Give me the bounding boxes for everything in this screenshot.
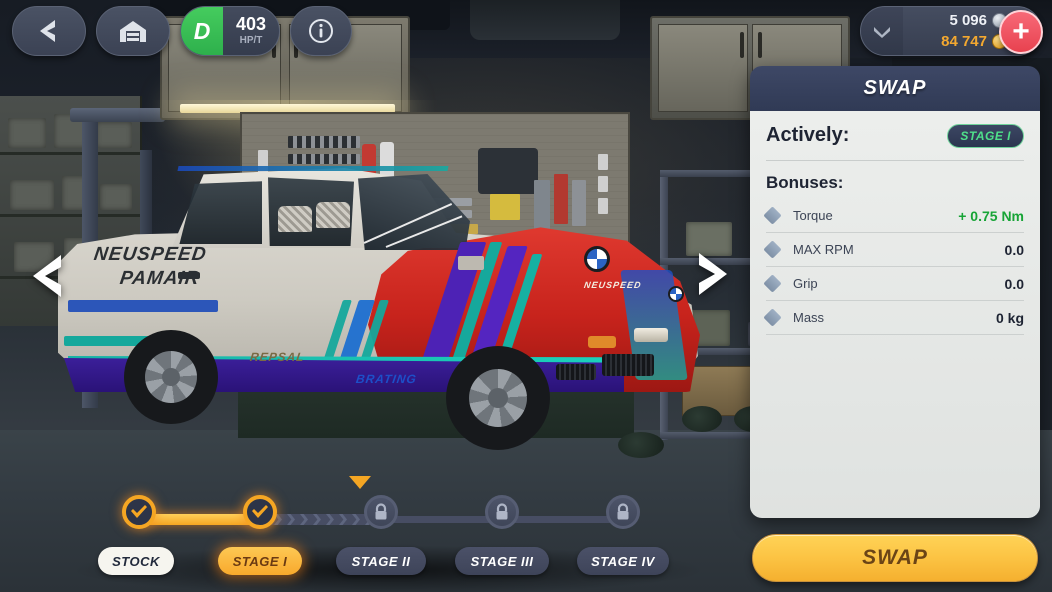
stage-node-stage-iii[interactable] — [485, 495, 519, 529]
panel-header: SWAP — [750, 66, 1040, 111]
diamond-icon — [763, 206, 782, 225]
tuning-stage-track: STOCK STAGE I STAGE II STAGE III STAGE I… — [98, 476, 669, 590]
power-unit: HP/T — [239, 34, 263, 46]
previous-part-button[interactable] — [24, 246, 70, 306]
bonus-row: MAX RPM 0.0 — [763, 233, 1024, 267]
bonus-row: Mass 0 kg — [763, 301, 1024, 335]
silver-currency: 5 096 — [903, 10, 1007, 31]
power-value: 403 — [235, 13, 267, 34]
bonus-value: 0 kg — [995, 309, 1024, 326]
chevron-right-icon — [699, 253, 727, 295]
check-icon — [252, 505, 268, 518]
diamond-icon — [763, 274, 782, 293]
panel-title: SWAP — [863, 77, 927, 99]
car-hood-badge — [668, 286, 684, 302]
actively-label: Actively: — [766, 124, 850, 146]
decal-front-text: NEUSPEED — [583, 280, 643, 290]
power-rating: D 403 HP/T — [180, 6, 280, 56]
stage-node-stock[interactable] — [122, 495, 156, 529]
bonus-row: Torque + 0.75 Nm — [763, 199, 1024, 233]
bonus-name: Grip — [793, 276, 818, 291]
hanging-tires — [470, 0, 620, 40]
swap-panel: SWAP Actively: STAGE I Bonuses: Torque +… — [750, 66, 1040, 518]
car-roundel — [584, 246, 610, 272]
stage-pill-stage-iv[interactable]: STAGE IV — [577, 547, 669, 575]
gold-amount: 84 747 — [941, 33, 987, 50]
progress-line-2 — [390, 516, 495, 523]
chevron-left-icon — [40, 20, 55, 42]
stage-pill-stage-i[interactable]: STAGE I — [218, 547, 302, 575]
swap-button-label: SWAP — [862, 546, 928, 569]
stage-node-stage-ii[interactable] — [364, 495, 398, 529]
chevron-down-icon — [874, 26, 890, 38]
lock-icon — [375, 503, 387, 520]
bonus-name: Mass — [793, 310, 825, 325]
stage-pill-stage-iii[interactable]: STAGE III — [455, 547, 549, 575]
bonus-value: 0.0 — [1004, 241, 1024, 258]
lock-icon — [617, 503, 629, 520]
actively-row: Actively: STAGE I — [766, 111, 1024, 161]
bonuses-label: Bonuses: — [766, 173, 844, 192]
diamond-icon — [763, 240, 782, 259]
actively-stage-badge: STAGE I — [947, 123, 1024, 148]
wallet: 5 096 84 747 + — [860, 6, 1043, 56]
panel-body: Actively: STAGE I Bonuses: Torque + 0.75… — [750, 111, 1040, 518]
progress-line-3 — [510, 516, 615, 523]
stage-node-stage-iv[interactable] — [606, 495, 640, 529]
garage-icon — [120, 21, 146, 42]
front-wheel — [446, 346, 550, 450]
bonus-name: MAX RPM — [793, 242, 854, 257]
bonus-value: 0.0 — [1004, 275, 1024, 292]
stage-node-stage-i[interactable] — [243, 495, 277, 529]
decal-neuspeed: NEUSPEED — [92, 244, 209, 265]
stage-pill-stock[interactable]: STOCK — [98, 547, 174, 575]
bonus-row: Grip 0.0 — [763, 267, 1024, 301]
decal-brating: BRATING — [355, 372, 418, 386]
rear-wheel — [124, 330, 218, 424]
back-button[interactable] — [12, 6, 86, 56]
next-part-button[interactable] — [690, 244, 736, 304]
decal-repsal: REPSAL — [249, 350, 306, 364]
silver-amount: 5 096 — [949, 12, 987, 29]
bonus-value: + 0.75 Nm — [958, 207, 1024, 224]
car-model: NEUSPEED PAMAIR REPSAL BRATING NEUSPEED — [28, 150, 718, 592]
garage-button[interactable] — [96, 6, 170, 56]
diamond-icon — [763, 308, 782, 327]
game-screen: ↷ NEUSPEED PAMAIR REPSAL BRATI — [0, 0, 1052, 592]
lock-icon — [496, 503, 508, 520]
chevron-left-icon — [33, 255, 61, 297]
stage-pill-stage-ii[interactable]: STAGE II — [336, 547, 426, 575]
add-currency-button[interactable]: + — [999, 10, 1043, 54]
info-button[interactable] — [290, 6, 352, 56]
swap-button[interactable]: SWAP — [752, 534, 1038, 582]
info-icon — [309, 19, 333, 43]
check-icon — [131, 505, 147, 518]
gold-currency: 84 747 — [903, 31, 1007, 52]
wallet-dropdown-button[interactable] — [861, 7, 903, 55]
selected-stage-caret — [349, 476, 371, 489]
class-badge: D — [181, 7, 223, 55]
bonus-name: Torque — [793, 208, 833, 223]
